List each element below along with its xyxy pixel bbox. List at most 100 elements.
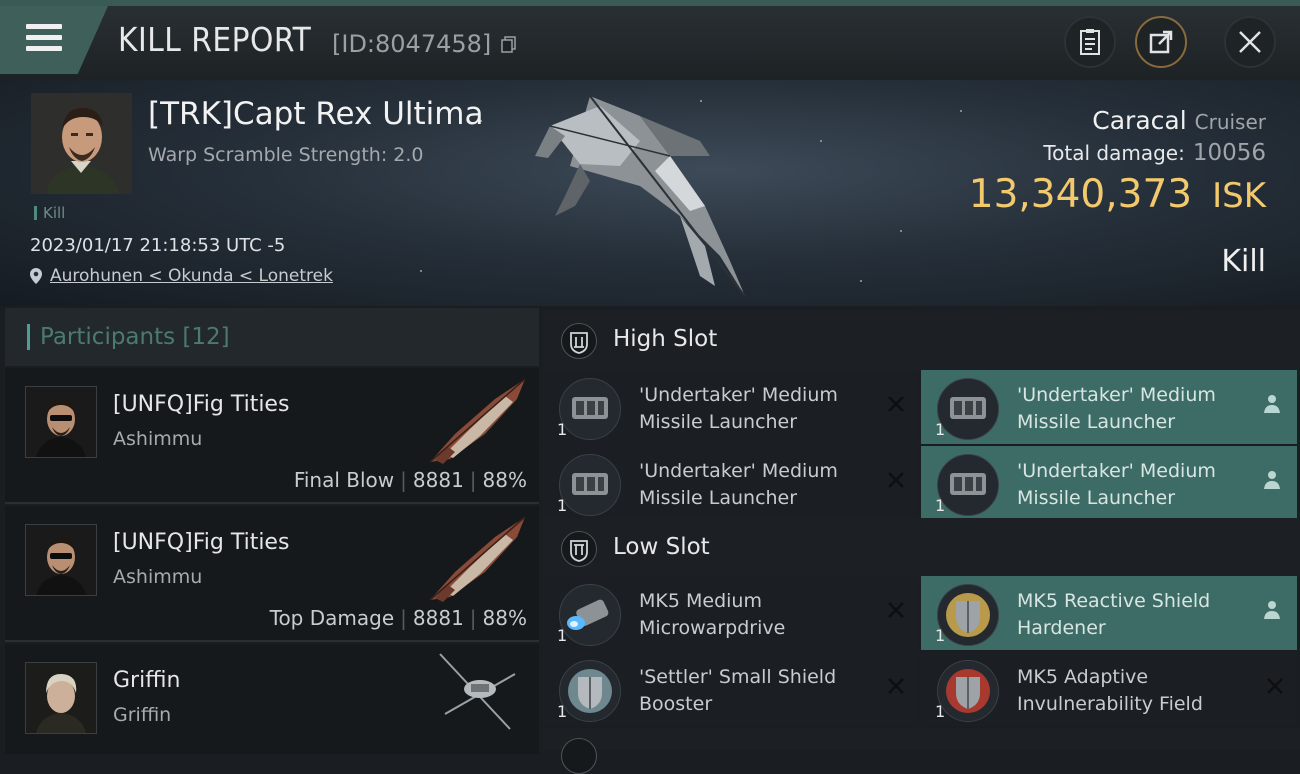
next-slot-header [543,728,1300,774]
module-quantity: 1 [557,496,568,515]
clipboard-button[interactable] [1064,16,1116,68]
top-bar: KILL REPORT [ID:8047458] [0,0,1300,80]
missile-launcher-icon [937,454,999,516]
share-icon [1149,30,1173,54]
person-icon [1264,471,1280,489]
missile-launcher-icon [937,378,999,440]
avatar [26,663,96,733]
page-title: KILL REPORT [118,20,312,59]
participant-stats: Final Blow | 8881 | 88% [293,468,527,492]
destroyed-x-icon [888,396,904,412]
module-item[interactable]: 1 'Undertaker' Medium Missile Launcher [543,446,918,520]
avatar [31,93,132,194]
module-item[interactable]: 1 MK5 Medium Microwarpdrive [543,576,918,650]
participant-ship-image [439,653,516,730]
ship-name: Caracal [1092,106,1187,135]
module-item[interactable]: 1 MK5 Adaptive Invulnerability Field [921,652,1297,726]
copy-icon[interactable] [501,36,517,54]
participant-damage: 8881 [412,606,464,630]
participant-ship-image [429,378,526,464]
participants-label: Participants [40,324,176,350]
low-slot-label: Low Slot [613,534,710,560]
participant-corp: Ashimmu [113,566,203,588]
participant-row[interactable]: [UNFQ]Fig Tities Ashimmu Final Blow | 8881… [5,368,539,504]
high-slot-label: High Slot [613,326,718,352]
participant-avatar[interactable] [25,524,97,596]
avatar [26,525,96,595]
participant-role: Final Blow [293,468,395,492]
accent-line [0,0,1300,6]
location-link[interactable]: Aurohunen < Okunda < Lonetrek [50,266,333,286]
total-damage-label: Total damage: [1043,141,1185,165]
participant-percent: 88% [482,468,527,492]
location-pin-icon [30,268,42,284]
module-name: 'Undertaker' Medium Missile Launcher [639,460,838,509]
module-name: 'Settler' Small Shield Booster [639,666,837,715]
module-name: MK5 Medium Microwarpdrive [639,590,786,639]
victim-portrait[interactable] [31,93,132,194]
destroyed-x-icon [888,472,904,488]
total-damage-value: 10056 [1192,140,1266,166]
participant-damage: 8881 [412,468,464,492]
share-button[interactable] [1135,16,1187,68]
hamburger-icon[interactable] [26,24,62,54]
kill-id[interactable]: [ID:8047458] [332,30,517,58]
participant-avatar[interactable] [25,662,97,734]
participant-name: Griffin [113,668,181,693]
low-slot-header: Low Slot [543,518,1300,578]
victim-name[interactable]: [TRK]Capt Rex Ultima [148,96,483,132]
module-quantity: 1 [557,702,568,721]
close-icon [1239,31,1261,53]
kill-result: Kill [1221,244,1266,279]
participant-row[interactable]: Griffin Griffin [5,644,539,754]
module-quantity: 1 [557,626,568,645]
destroyed-x-icon [888,602,904,618]
module-quantity: 1 [935,702,946,721]
participant-percent: 88% [482,606,527,630]
invulnerability-field-icon [937,660,999,722]
kill-datetime: 2023/01/17 21:18:53 UTC -5 [30,235,286,256]
module-quantity: 1 [935,626,946,645]
clipboard-icon [1080,29,1100,55]
module-name: 'Undertaker' Medium Missile Launcher [639,384,838,433]
destroyed-x-icon [1267,678,1283,694]
participant-row[interactable]: [UNFQ]Fig Tities Ashimmu Top Damage | 8881… [5,506,539,642]
module-item[interactable]: 1 'Undertaker' Medium Missile Launcher [921,446,1297,520]
high-slot-header: High Slot [543,310,1300,370]
participant-name: [UNFQ]Fig Tities [113,392,290,417]
participant-avatar[interactable] [25,386,97,458]
person-icon [1264,601,1280,619]
shield-hardener-icon [937,584,999,646]
slot-icon [561,738,597,774]
participant-name: [UNFQ]Fig Tities [113,530,290,555]
total-damage: Total damage: 10056 [1043,140,1266,166]
participants-accent-bar [27,324,30,350]
participants-header[interactable]: Participants [12] [5,308,539,366]
victim-ship[interactable]: Caracal Cruiser [1092,106,1266,135]
person-icon [1264,395,1280,413]
participants-count: [12] [182,324,230,350]
isk-amount: 13,340,373 [968,172,1193,217]
close-button[interactable] [1224,16,1276,68]
module-item[interactable]: 1 'Settler' Small Shield Booster [543,652,918,726]
module-name: 'Undertaker' Medium Missile Launcher [1017,384,1216,433]
microwarpdrive-icon [559,584,621,646]
module-item[interactable]: 1 'Undertaker' Medium Missile Launcher [921,370,1297,444]
kill-tag: Kill [34,204,65,222]
kill-location[interactable]: Aurohunen < Okunda < Lonetrek [30,266,333,286]
participant-corp: Ashimmu [113,428,203,450]
ship-class: Cruiser [1194,110,1266,134]
shield-booster-icon [559,660,621,722]
module-item[interactable]: 1 'Undertaker' Medium Missile Launcher [543,370,918,444]
participant-corp: Griffin [113,704,172,726]
warp-scramble-strength: Warp Scramble Strength: 2.0 [148,144,424,166]
participant-stats: Top Damage | 8881 | 88% [269,606,527,630]
avatar [26,387,96,457]
caracal-ship-image[interactable] [530,86,780,302]
participants-title: Participants [12] [40,324,230,350]
participant-role: Top Damage [269,606,395,630]
module-item[interactable]: 1 MK5 Reactive Shield Hardener [921,576,1297,650]
low-slot-icon [561,531,597,567]
kill-id-text: [ID:8047458] [332,30,492,58]
destroyed-x-icon [888,678,904,694]
